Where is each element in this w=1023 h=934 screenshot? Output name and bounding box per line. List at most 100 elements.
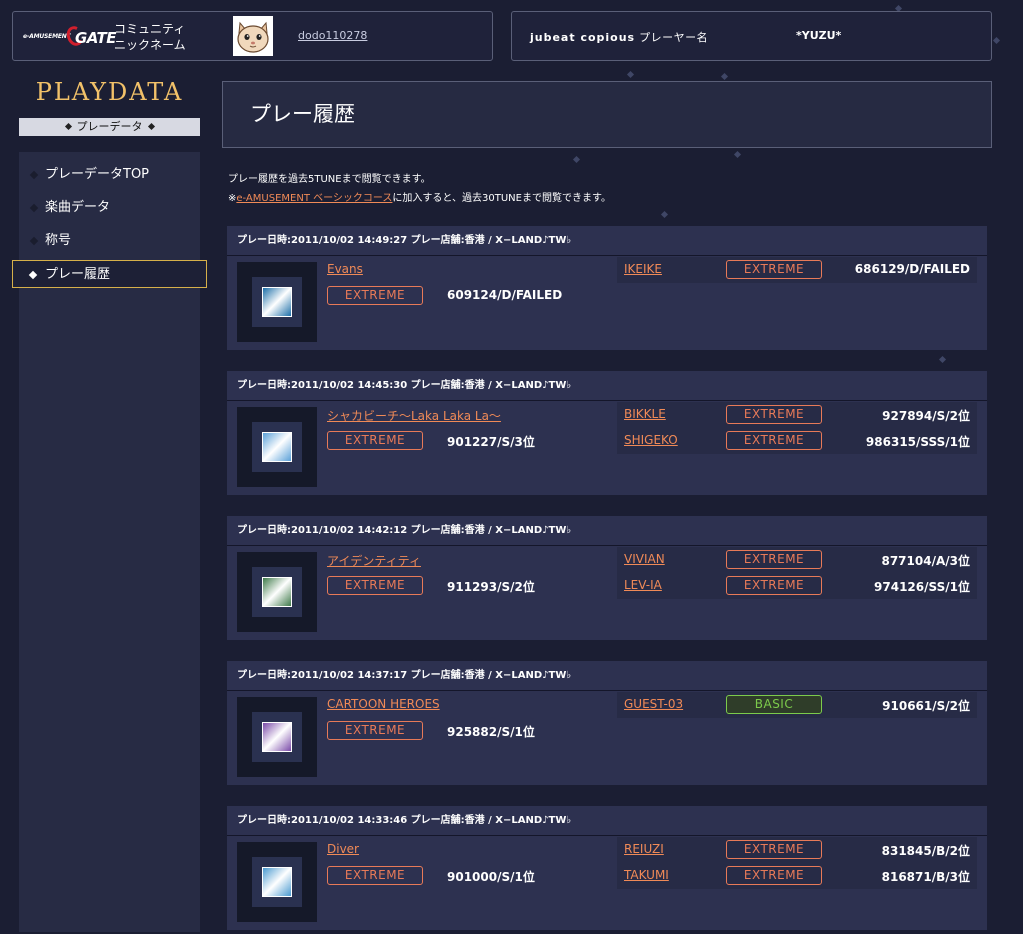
sidebar-item-label: 楽曲データ	[45, 200, 111, 215]
rival-score: 877104/A/3位	[881, 554, 970, 568]
song-jacket[interactable]	[262, 722, 292, 752]
rival-difficulty-badge: EXTREME	[726, 866, 822, 885]
rival-score: 831845/B/2位	[881, 844, 970, 858]
game-title: jubeat copious	[530, 31, 636, 44]
jacket-frame	[237, 842, 317, 922]
song-jacket[interactable]	[262, 287, 292, 317]
diamond-icon	[147, 122, 155, 131]
song-jacket[interactable]	[262, 577, 292, 607]
playdata-subtitle-text: プレーデータ	[76, 120, 143, 133]
session-row: Diver EXTREME 901000/S/1位 REIUZI EXTREME 8318…	[227, 836, 987, 930]
song-title-link[interactable]: Evans	[327, 262, 363, 276]
sidebar-item-music-data[interactable]: 楽曲データ	[19, 194, 200, 222]
rival-row: IKEIKE EXTREME 686129/D/FAILED	[617, 257, 977, 283]
sidebar-item-playdata-top[interactable]: プレーデータTOP	[19, 161, 200, 189]
song-jacket[interactable]	[262, 432, 292, 462]
community-nickname-link[interactable]: dodo110278	[298, 29, 367, 42]
difficulty-badge: EXTREME	[327, 866, 423, 885]
sidebar-item-play-history[interactable]: プレー履歴	[12, 260, 207, 288]
song-title-link[interactable]: CARTOON HEROES	[327, 697, 440, 711]
page-title-box: プレー履歴	[222, 81, 992, 148]
rival-name-link[interactable]: SHIGEKO	[624, 433, 678, 447]
difficulty-badge: EXTREME	[327, 721, 423, 740]
rival-row: LEV-IA EXTREME 974126/SS/1位	[617, 573, 977, 599]
session-header: プレー日時:2011/10/02 14:37:17 プレー店舗:香港 / X−L…	[227, 661, 987, 691]
rival-score: 910661/S/2位	[882, 699, 970, 713]
community-header: e-AMUSEMENT GATE コミュニティ ニックネーム dodo11027…	[12, 11, 493, 61]
session-header: プレー日時:2011/10/02 14:33:46 プレー店舗:香港 / X−L…	[227, 806, 987, 836]
basic-course-link[interactable]: e-AMUSEMENT ベーシックコース	[236, 193, 392, 204]
rival-name-link[interactable]: TAKUMI	[624, 868, 669, 882]
sidebar-item-label: プレー履歴	[45, 267, 111, 282]
player-name-label: jubeat copious プレーヤー名	[530, 29, 708, 45]
session-row: シャカビーチ〜Laka Laka La〜 EXTREME 901227/S/3位 BI…	[227, 401, 987, 495]
rival-name-link[interactable]: GUEST-03	[624, 697, 683, 711]
rival-row: TAKUMI EXTREME 816871/B/3位	[617, 863, 977, 889]
jacket-backdrop	[252, 277, 302, 327]
diamond-icon	[64, 122, 72, 131]
player-header: jubeat copious プレーヤー名 *YUZU*	[511, 11, 992, 61]
rival-difficulty-badge: EXTREME	[726, 550, 822, 569]
bullet-icon	[29, 203, 39, 213]
difficulty-badge: EXTREME	[327, 576, 423, 595]
cat-avatar-icon	[233, 16, 273, 56]
song-title-link[interactable]: アイデンティティ	[327, 552, 421, 569]
session-row: CARTOON HEROES EXTREME 925882/S/1位 GUEST-03…	[227, 691, 987, 785]
course-note-text: に加入すると、過去30TUNEまで閲覧できます。	[392, 193, 611, 204]
rival-row: REIUZI EXTREME 831845/B/2位	[617, 837, 977, 863]
rival-name-link[interactable]: IKEIKE	[624, 262, 662, 276]
my-score: 901000/S/1位	[447, 870, 535, 884]
rival-row: VIVIAN EXTREME 877104/A/3位	[617, 547, 977, 573]
rival-name-link[interactable]: REIUZI	[624, 842, 664, 856]
song-jacket[interactable]	[262, 867, 292, 897]
player-name-caption: プレーヤー名	[639, 31, 709, 44]
rival-name-link[interactable]: BIKKLE	[624, 407, 666, 421]
rival-difficulty-badge: EXTREME	[726, 840, 822, 859]
sidebar-item-label: 称号	[45, 233, 72, 248]
difficulty-badge: EXTREME	[327, 286, 423, 305]
rival-score: 927894/S/2位	[882, 409, 970, 423]
community-label: コミュニティ ニックネーム	[114, 21, 186, 53]
logo-text: GATE	[75, 29, 116, 47]
my-score: 609124/D/FAILED	[447, 288, 563, 302]
rival-difficulty-badge: BASIC	[726, 695, 822, 714]
sidebar-item-titles[interactable]: 称号	[19, 227, 200, 255]
song-title-link[interactable]: Diver	[327, 842, 359, 856]
rival-name-link[interactable]: VIVIAN	[624, 552, 665, 566]
rival-difficulty-badge: EXTREME	[726, 405, 822, 424]
bullet-icon	[29, 170, 39, 180]
rival-score: 816871/B/3位	[881, 870, 970, 884]
eamusement-gate-logo[interactable]: e-AMUSEMENT GATE	[23, 23, 116, 49]
avatar	[233, 16, 273, 56]
rival-score: 986315/SSS/1位	[865, 435, 970, 449]
rival-name-link[interactable]: LEV-IA	[624, 578, 662, 592]
session-header: プレー日時:2011/10/02 14:49:27 プレー店舗:香港 / X−L…	[227, 226, 987, 256]
playdata-title: PLAYDATA	[35, 78, 184, 106]
sidebar-nav: プレーデータTOP 楽曲データ 称号 プレー履歴	[12, 152, 207, 932]
jacket-backdrop	[252, 567, 302, 617]
jacket-backdrop	[252, 712, 302, 762]
jacket-frame	[237, 407, 317, 487]
community-label-line2: ニックネーム	[114, 38, 186, 52]
page-title: プレー履歴	[250, 102, 355, 126]
jacket-frame	[237, 262, 317, 342]
jacket-backdrop	[252, 857, 302, 907]
history-note: プレー履歴を過去5TUNEまで閲覧できます。	[228, 174, 431, 185]
my-score: 925882/S/1位	[447, 725, 535, 739]
rival-score: 974126/SS/1位	[874, 580, 970, 594]
playdata-subtitle: プレーデータ	[19, 118, 200, 136]
rival-row: BIKKLE EXTREME 927894/S/2位	[617, 402, 977, 428]
rival-difficulty-badge: EXTREME	[726, 576, 822, 595]
course-note: ※e-AMUSEMENT ベーシックコースに加入すると、過去30TUNEまで閲覧…	[228, 189, 611, 204]
bullet-icon	[29, 236, 39, 246]
my-score: 901227/S/3位	[447, 435, 535, 449]
rival-row: SHIGEKO EXTREME 986315/SSS/1位	[617, 428, 977, 454]
jacket-frame	[237, 697, 317, 777]
rival-row: GUEST-03 BASIC 910661/S/2位	[617, 692, 977, 718]
song-title-link[interactable]: シャカビーチ〜Laka Laka La〜	[327, 407, 501, 424]
session-header: プレー日時:2011/10/02 14:45:30 プレー店舗:香港 / X−L…	[227, 371, 987, 401]
my-score: 911293/S/2位	[447, 580, 535, 594]
difficulty-badge: EXTREME	[327, 431, 423, 450]
sidebar-item-label: プレーデータTOP	[45, 167, 150, 182]
community-label-line1: コミュニティ	[114, 22, 186, 36]
